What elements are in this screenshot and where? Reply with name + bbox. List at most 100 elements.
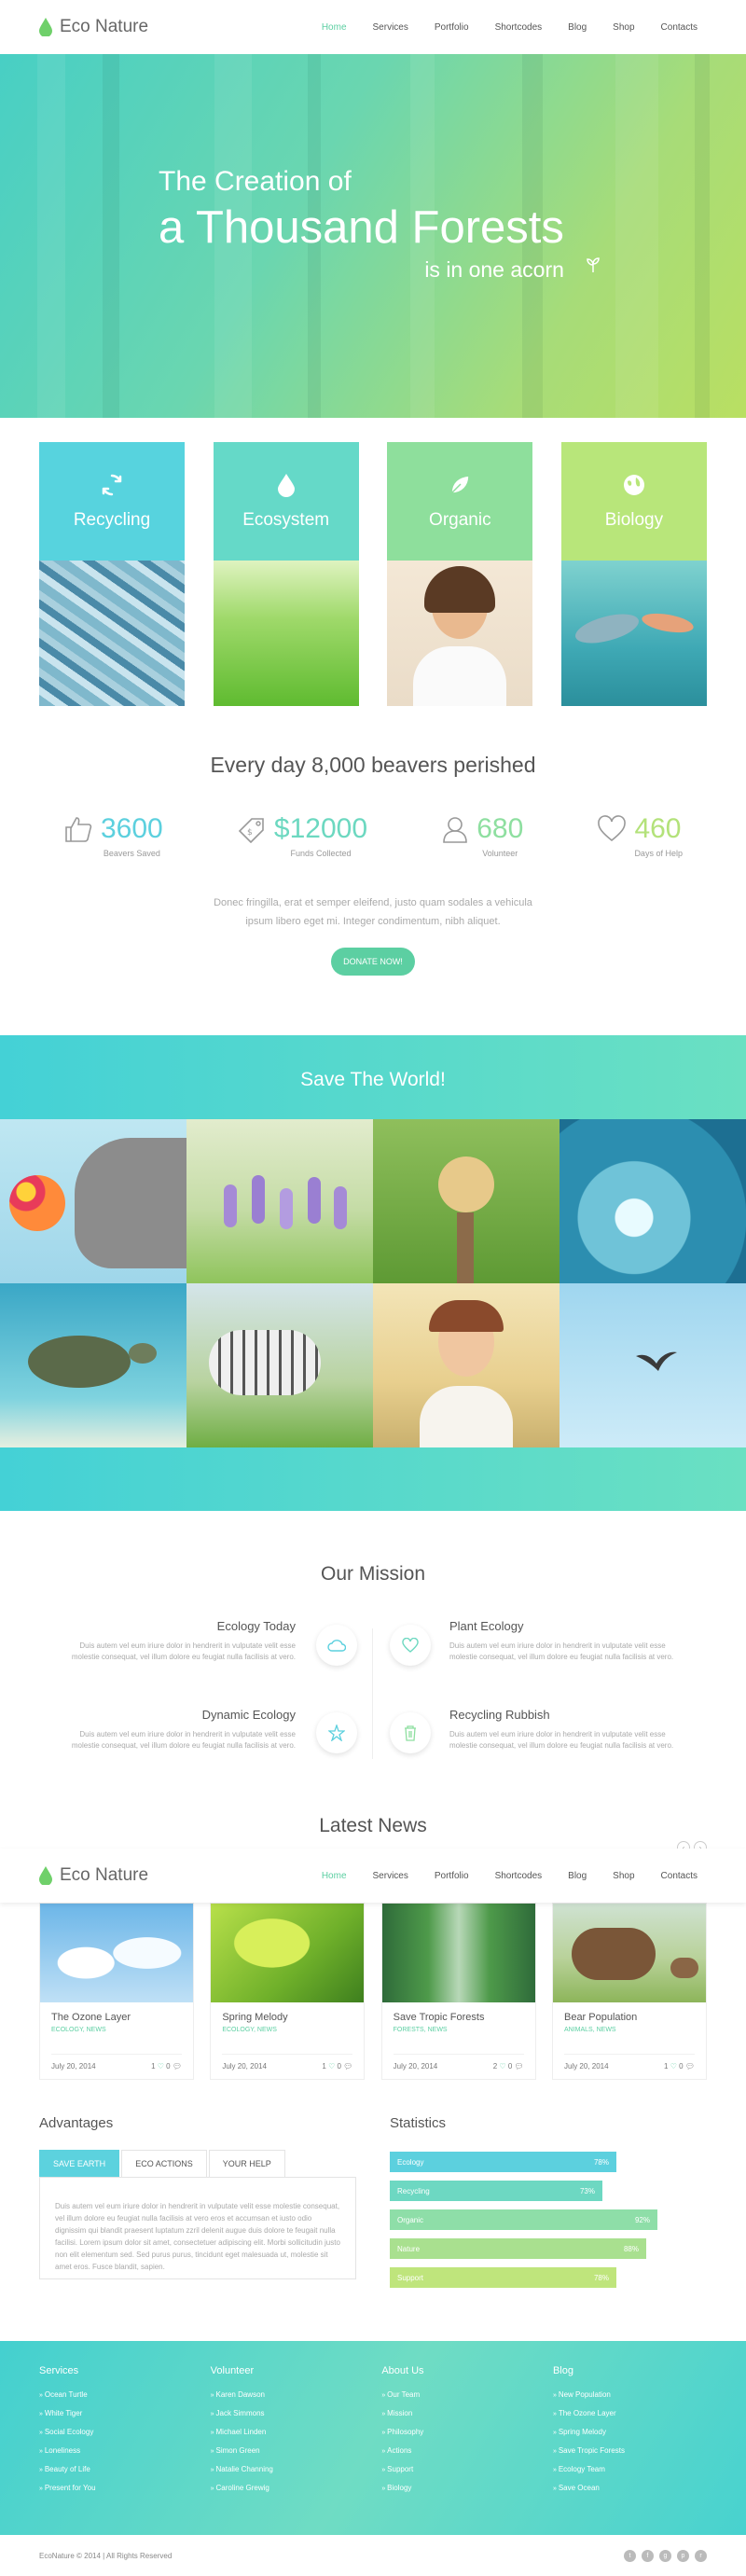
news-meta: July 20, 2014 1 ♡ 0 💬︎ bbox=[222, 2054, 353, 2070]
pinterest-icon[interactable]: p bbox=[677, 2549, 689, 2562]
white-tiger-image[interactable] bbox=[186, 1283, 373, 1447]
girl-sunglasses-image[interactable] bbox=[373, 1283, 560, 1447]
svg-text:$: $ bbox=[247, 828, 253, 838]
news-counts: 1 ♡ 0 💬︎ bbox=[322, 2062, 352, 2070]
news-title: Spring Melody bbox=[222, 2012, 288, 2023]
footer-heading: Volunteer bbox=[210, 2365, 255, 2376]
footer-link[interactable]: The Ozone Layer bbox=[553, 2404, 707, 2423]
news-category[interactable]: FORESTS, NEWS bbox=[394, 2027, 535, 2033]
ocean-wave-image[interactable] bbox=[560, 1119, 746, 1283]
footer-link[interactable]: Loneliness bbox=[39, 2442, 193, 2460]
elephant-flowers-image[interactable] bbox=[0, 1119, 186, 1283]
tab-save-earth[interactable]: SAVE EARTH bbox=[39, 2150, 120, 2177]
nav-shop[interactable]: Shop bbox=[603, 15, 643, 40]
card-biology[interactable]: Biology bbox=[560, 442, 707, 706]
footer-link[interactable]: Spring Melody bbox=[553, 2423, 707, 2442]
tab-eco-actions[interactable]: ECO ACTIONS bbox=[121, 2150, 207, 2177]
footer-services: Services Ocean Turtle White Tiger Social… bbox=[39, 2365, 193, 2535]
footer-link[interactable]: Jack Simmons bbox=[211, 2404, 365, 2423]
news-counts: 1 ♡ 0 💬︎ bbox=[151, 2062, 182, 2070]
card-organic[interactable]: Organic bbox=[387, 442, 533, 706]
trash-icon bbox=[390, 1712, 431, 1753]
footer-link[interactable]: Save Ocean bbox=[553, 2479, 707, 2498]
nav-services[interactable]: Services bbox=[364, 1863, 418, 1889]
news-category[interactable]: ECOLOGY, NEWS bbox=[222, 2027, 364, 2033]
hero-line-2: a Thousand Forests bbox=[159, 202, 564, 253]
bottles-image bbox=[39, 561, 185, 706]
comment-icon[interactable]: 💬︎ bbox=[515, 2062, 524, 2070]
seagull-image[interactable] bbox=[560, 1283, 746, 1447]
crocus-flowers-image[interactable] bbox=[186, 1119, 373, 1283]
facebook-icon[interactable]: f bbox=[642, 2549, 654, 2562]
nav-home[interactable]: Home bbox=[312, 1863, 356, 1889]
logo[interactable]: Eco Nature bbox=[39, 17, 148, 37]
footer-link[interactable]: Support bbox=[381, 2460, 535, 2479]
google-plus-icon[interactable]: g bbox=[659, 2549, 671, 2562]
footer-link[interactable]: Our Team bbox=[381, 2386, 535, 2404]
nav-shortcodes[interactable]: Shortcodes bbox=[486, 15, 552, 40]
rss-icon[interactable]: r bbox=[695, 2549, 707, 2562]
footer-link[interactable]: Karen Dawson bbox=[211, 2386, 365, 2404]
tab-your-help[interactable]: YOUR HELP bbox=[208, 2150, 285, 2177]
sticky-navbar: Eco Nature Home Services Portfolio Short… bbox=[0, 1849, 746, 1903]
footer-link[interactable]: Simon Green bbox=[211, 2442, 365, 2460]
news-card[interactable]: Spring Melody ECOLOGY, NEWS July 20, 201… bbox=[210, 1903, 366, 2080]
footer-link[interactable]: White Tiger bbox=[39, 2404, 193, 2423]
footer-link[interactable]: Actions bbox=[381, 2442, 535, 2460]
comment-icon[interactable]: 💬︎ bbox=[685, 2062, 695, 2070]
footer-link[interactable]: Biology bbox=[381, 2479, 535, 2498]
footer-link[interactable]: Philosophy bbox=[381, 2423, 535, 2442]
footer-link[interactable]: Ecology Team bbox=[553, 2460, 707, 2479]
news-category[interactable]: ANIMALS, NEWS bbox=[564, 2027, 706, 2033]
advantages-statistics: Advantages SAVE EARTH ECO ACTIONS YOUR H… bbox=[0, 2115, 746, 2296]
nav-home[interactable]: Home bbox=[312, 15, 356, 40]
nav-contacts[interactable]: Contacts bbox=[652, 15, 707, 40]
like-icon[interactable]: ♡ bbox=[670, 2062, 677, 2070]
comment-icon[interactable]: 💬︎ bbox=[343, 2062, 352, 2070]
nav-shop[interactable]: Shop bbox=[603, 1863, 643, 1889]
sticky-nav: Home Services Portfolio Shortcodes Blog … bbox=[312, 1863, 707, 1889]
footer-link[interactable]: Mission bbox=[381, 2404, 535, 2423]
monkey-image[interactable] bbox=[373, 1119, 560, 1283]
footer-link[interactable]: Natalie Channing bbox=[211, 2460, 365, 2479]
news-date: July 20, 2014 bbox=[222, 2062, 267, 2070]
twitter-icon[interactable]: t bbox=[624, 2549, 636, 2562]
stats-row: 3600 Beavers Saved $ $12000 Funds Collec… bbox=[0, 815, 746, 858]
news-card[interactable]: Bear Population ANIMALS, NEWS July 20, 2… bbox=[551, 1903, 707, 2080]
like-icon[interactable]: ♡ bbox=[328, 2062, 335, 2070]
nav-contacts[interactable]: Contacts bbox=[652, 1863, 707, 1889]
news-category[interactable]: ECOLOGY, NEWS bbox=[51, 2027, 193, 2033]
nav-blog[interactable]: Blog bbox=[559, 15, 596, 40]
donate-button[interactable]: DONATE NOW! bbox=[331, 948, 415, 976]
like-icon[interactable]: ♡ bbox=[158, 2062, 164, 2070]
footer-link[interactable]: Beauty of Life bbox=[39, 2460, 193, 2479]
dolphin-swimmer-image bbox=[560, 561, 707, 706]
footer-link[interactable]: Michael Linden bbox=[211, 2423, 365, 2442]
comment-icon[interactable]: 💬︎ bbox=[173, 2062, 182, 2070]
mission-divider bbox=[372, 1628, 373, 1759]
news-card[interactable]: Save Tropic Forests FORESTS, NEWS July 2… bbox=[380, 1903, 536, 2080]
footer-blog: Blog New Population The Ozone Layer Spri… bbox=[553, 2365, 707, 2535]
footer-link[interactable]: New Population bbox=[553, 2386, 707, 2404]
like-icon[interactable]: ♡ bbox=[499, 2062, 505, 2070]
nav-blog[interactable]: Blog bbox=[559, 1863, 596, 1889]
globe-icon bbox=[623, 474, 644, 495]
nav-portfolio[interactable]: Portfolio bbox=[425, 15, 478, 40]
footer-link[interactable]: Social Ecology bbox=[39, 2423, 193, 2442]
sticky-logo[interactable]: Eco Nature bbox=[39, 1865, 148, 1886]
stat-bar-label: Recycling bbox=[397, 2186, 430, 2195]
sea-turtle-image[interactable] bbox=[0, 1283, 186, 1447]
news-list: The Ozone Layer ECOLOGY, NEWS July 20, 2… bbox=[0, 1903, 746, 2080]
nav-portfolio[interactable]: Portfolio bbox=[425, 1863, 478, 1889]
footer-link[interactable]: Caroline Grewig bbox=[211, 2479, 365, 2498]
nav-services[interactable]: Services bbox=[364, 15, 418, 40]
news-card[interactable]: The Ozone Layer ECOLOGY, NEWS July 20, 2… bbox=[39, 1903, 194, 2080]
card-recycling[interactable]: Recycling bbox=[39, 442, 185, 706]
footer-link[interactable]: Present for You bbox=[39, 2479, 193, 2498]
footer-link[interactable]: Save Tropic Forests bbox=[553, 2442, 707, 2460]
stat-bar-label: Nature bbox=[397, 2244, 421, 2253]
card-ecosystem[interactable]: Ecosystem bbox=[213, 442, 359, 706]
footer-link[interactable]: Ocean Turtle bbox=[39, 2386, 193, 2404]
nav-shortcodes[interactable]: Shortcodes bbox=[486, 1863, 552, 1889]
copyright-bar: EcoNature © 2014 | All Rights Reserved t… bbox=[0, 2535, 746, 2576]
